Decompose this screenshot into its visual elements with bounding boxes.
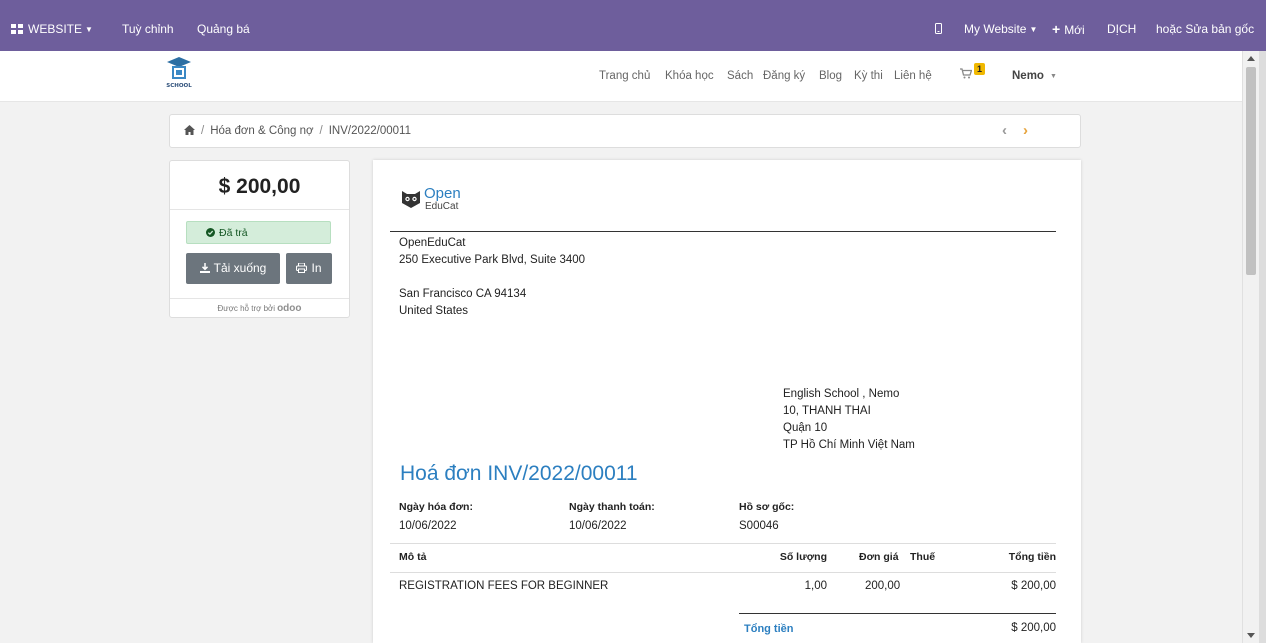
- caret-down-icon: ▼: [1029, 24, 1038, 34]
- window-edge: [1259, 51, 1266, 643]
- total-label: Tổng tiền: [744, 623, 794, 635]
- due-date-label: Ngày thanh toán:: [569, 501, 655, 513]
- invoice-date-label: Ngày hóa đơn:: [399, 501, 473, 513]
- customer-address-line: TP Hồ Chí Minh Việt Nam: [783, 439, 915, 451]
- invoice-document: Open EduCat OpenEduCat 250 Executive Par…: [373, 160, 1081, 643]
- source-document: S00046: [739, 520, 779, 532]
- cat-logo-icon: [402, 191, 420, 208]
- scroll-thumb[interactable]: [1246, 67, 1256, 275]
- school-logo[interactable]: SCHOOL: [163, 56, 195, 92]
- nav-exams[interactable]: Kỳ thi: [854, 51, 883, 101]
- powered-by: Được hỗ trợ bởi odoo: [170, 298, 349, 317]
- column-header-amount: Tổng tiền: [1008, 551, 1056, 563]
- nav-register[interactable]: Đăng ký: [763, 51, 805, 101]
- company-address-line: 250 Executive Park Blvd, Suite 3400: [399, 254, 586, 266]
- print-label: In: [311, 261, 322, 275]
- site-selector[interactable]: My Website ▼: [964, 0, 1037, 51]
- line-amount: $ 200,00: [1011, 580, 1056, 592]
- new-button[interactable]: + Mới: [1052, 0, 1085, 51]
- mobile-icon: [935, 23, 942, 34]
- brand-name-top: Open: [424, 185, 461, 202]
- chevron-right-icon[interactable]: ›: [1023, 122, 1028, 139]
- translate-button[interactable]: DỊCH: [1107, 0, 1136, 51]
- breadcrumb-path: / Hóa đơn & Công nợ / INV/2022/00011: [184, 115, 411, 147]
- download-icon: [199, 263, 210, 273]
- status-text: Đã trả: [219, 227, 248, 239]
- table-top-border: [390, 543, 1056, 544]
- user-menu[interactable]: Nemo ▼: [1012, 51, 1057, 101]
- chevron-left-icon[interactable]: ‹: [1002, 122, 1007, 139]
- column-header-quantity: Số lượng: [779, 551, 827, 563]
- nav-courses[interactable]: Khóa học: [665, 51, 714, 101]
- scroll-down-arrow-icon[interactable]: [1247, 633, 1255, 638]
- breadcrumb-separator: /: [201, 125, 205, 137]
- column-header-taxes: Thuế: [910, 551, 936, 563]
- print-button[interactable]: In: [286, 253, 332, 284]
- line-unit-price: 200,00: [865, 580, 901, 592]
- admin-bar: WEBSITE ▼ Tuỳ chỉnh Quảng bá My Website ▼ …: [0, 0, 1266, 51]
- cart-count-badge: 1: [974, 63, 985, 75]
- new-button-label: Mới: [1064, 23, 1085, 37]
- cart-icon: [960, 68, 973, 79]
- customer-address-line: Quận 10: [783, 422, 828, 434]
- download-label: Tải xuống: [213, 261, 267, 275]
- caret-down-icon: ▼: [85, 24, 93, 34]
- company-address-line: United States: [399, 305, 469, 317]
- customer-address-line: 10, THANH THAI: [783, 405, 871, 417]
- check-circle-icon: [206, 228, 215, 237]
- breadcrumb-current: INV/2022/00011: [328, 125, 411, 137]
- nav-contact[interactable]: Liên hệ: [894, 51, 932, 101]
- total-divider: [739, 613, 1056, 614]
- print-icon: [296, 262, 308, 273]
- download-button[interactable]: Tải xuống: [186, 253, 280, 284]
- svg-text:SCHOOL: SCHOOL: [166, 83, 192, 89]
- breadcrumb: / Hóa đơn & Công nợ / INV/2022/00011 ‹ ›: [169, 114, 1081, 148]
- home-icon[interactable]: [184, 125, 195, 135]
- line-description: REGISTRATION FEES FOR BEGINNER: [399, 580, 609, 592]
- edit-master-link[interactable]: hoặc Sửa bản gốc: [1156, 0, 1254, 51]
- customize-menu[interactable]: Tuỳ chỉnh: [122, 0, 174, 51]
- cart-button[interactable]: 1: [960, 63, 985, 84]
- powered-by-text: Được hỗ trợ bởi: [217, 304, 276, 313]
- invoice-summary-card: $ 200,00 Đã trả Tải xuống In Được hỗ trợ…: [169, 160, 350, 318]
- brand-name-bottom: EduCat: [425, 201, 459, 212]
- header-divider: [390, 231, 1056, 232]
- odoo-logo[interactable]: odoo: [277, 303, 301, 314]
- customer-address-line: English School , Nemo: [783, 388, 900, 400]
- breadcrumb-invoices-link[interactable]: Hóa đơn & Công nợ: [210, 125, 313, 137]
- table-header-border: [390, 572, 1056, 573]
- nav-blog[interactable]: Blog: [819, 51, 842, 101]
- caret-down-icon: ▼: [1049, 73, 1057, 80]
- column-header-unit-price: Đơn giá: [859, 551, 899, 563]
- company-address-line: San Francisco CA 94134: [399, 288, 527, 300]
- company-address-line: OpenEduCat: [399, 237, 466, 249]
- scroll-up-arrow-icon[interactable]: [1247, 56, 1255, 61]
- due-date: 10/06/2022: [569, 520, 627, 532]
- invoice-date: 10/06/2022: [399, 520, 457, 532]
- line-quantity: 1,00: [804, 580, 827, 592]
- column-header-description: Mô tả: [399, 551, 427, 563]
- site-header: SCHOOL Trang chủ Khóa học Sách Đăng ký B…: [0, 51, 1242, 102]
- company-address: OpenEduCat 250 Executive Park Blvd, Suit…: [399, 235, 585, 320]
- user-name: Nemo: [1012, 70, 1044, 82]
- breadcrumb-separator: /: [319, 125, 323, 137]
- page-scrollbar[interactable]: [1242, 51, 1260, 643]
- total-value: $ 200,00: [1011, 622, 1056, 634]
- apps-grid-icon: [11, 24, 23, 34]
- company-address-line: [399, 269, 585, 286]
- mobile-preview-button[interactable]: [935, 0, 942, 51]
- source-label: Hồ sơ gốc:: [739, 501, 795, 513]
- promote-menu[interactable]: Quảng bá: [197, 0, 250, 51]
- website-menu-label: WEBSITE: [28, 22, 83, 36]
- nav-home[interactable]: Trang chủ: [599, 51, 650, 101]
- amount-total: $ 200,00: [170, 161, 349, 210]
- invoice-title: Hoá đơn INV/2022/00011: [400, 462, 638, 485]
- site-selector-label: My Website: [964, 22, 1027, 36]
- status-badge: Đã trả: [186, 221, 331, 244]
- plus-icon: +: [1052, 21, 1061, 37]
- customer-address: English School , Nemo 10, THANH THAI Quậ…: [783, 386, 915, 454]
- nav-books[interactable]: Sách: [727, 51, 753, 101]
- website-menu[interactable]: WEBSITE ▼: [11, 0, 93, 51]
- record-pager: ‹ ›: [1002, 115, 1028, 147]
